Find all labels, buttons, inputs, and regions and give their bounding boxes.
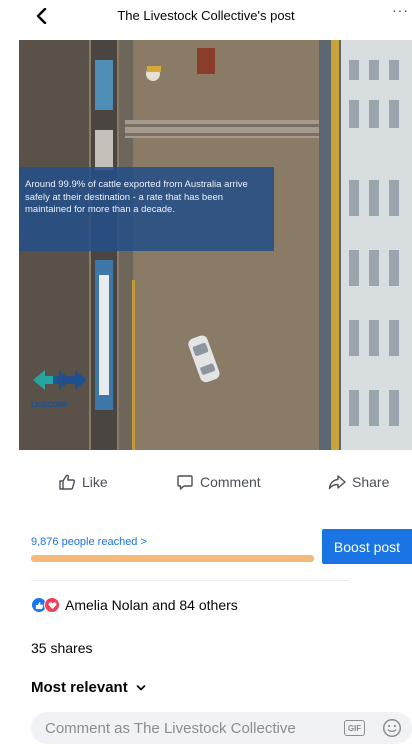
thumbs-up-icon [59,474,76,490]
people-reached-link[interactable]: 9,876 people reached > [31,536,147,548]
reactions-summary[interactable]: Amelia Nolan and 84 others [31,596,238,614]
comment-label: Comment [200,474,261,490]
comment-sort-label: Most relevant [31,679,128,696]
caption-overlay: Around 99.9% of cattle exported from Aus… [19,167,274,251]
post-header: The Livestock Collective's post ··· [0,0,412,36]
share-label: Share [352,474,390,490]
love-reaction-icon [44,597,60,613]
comment-input[interactable] [31,712,341,744]
divider [31,580,349,581]
comment-bubble-icon [177,475,193,490]
post-actions: Like Comment Share [0,468,412,496]
page-title: The Livestock Collective's post [117,8,295,23]
reactions-label: Amelia Nolan and 84 others [65,597,238,613]
livecorp-logo-mark [33,370,87,390]
reach-progress-bar [31,555,314,562]
more-options-button[interactable]: ··· [392,2,412,26]
shares-count[interactable]: 35 shares [31,640,92,656]
reach-progress-fill [31,555,314,562]
chevron-down-icon [136,684,146,690]
post-image[interactable]: Around 99.9% of cattle exported from Aus… [19,40,412,450]
share-button[interactable]: Share [328,468,389,496]
boost-post-button[interactable]: Boost post [322,529,412,564]
livecorp-logo: LIVECORP [31,362,89,424]
comment-sort-dropdown[interactable]: Most relevant [31,679,146,696]
comment-composer: GIF [31,712,412,744]
smiley-icon [382,718,402,738]
like-button[interactable]: Like [58,468,108,496]
gif-button[interactable]: GIF [344,720,365,736]
caption-text: Around 99.9% of cattle exported from Aus… [25,179,248,215]
like-label: Like [82,474,108,490]
share-arrow-icon [328,475,346,490]
logo-wordmark: LIVECORP [31,400,68,409]
comment-button[interactable]: Comment [176,468,261,496]
emoji-button[interactable] [382,718,402,738]
